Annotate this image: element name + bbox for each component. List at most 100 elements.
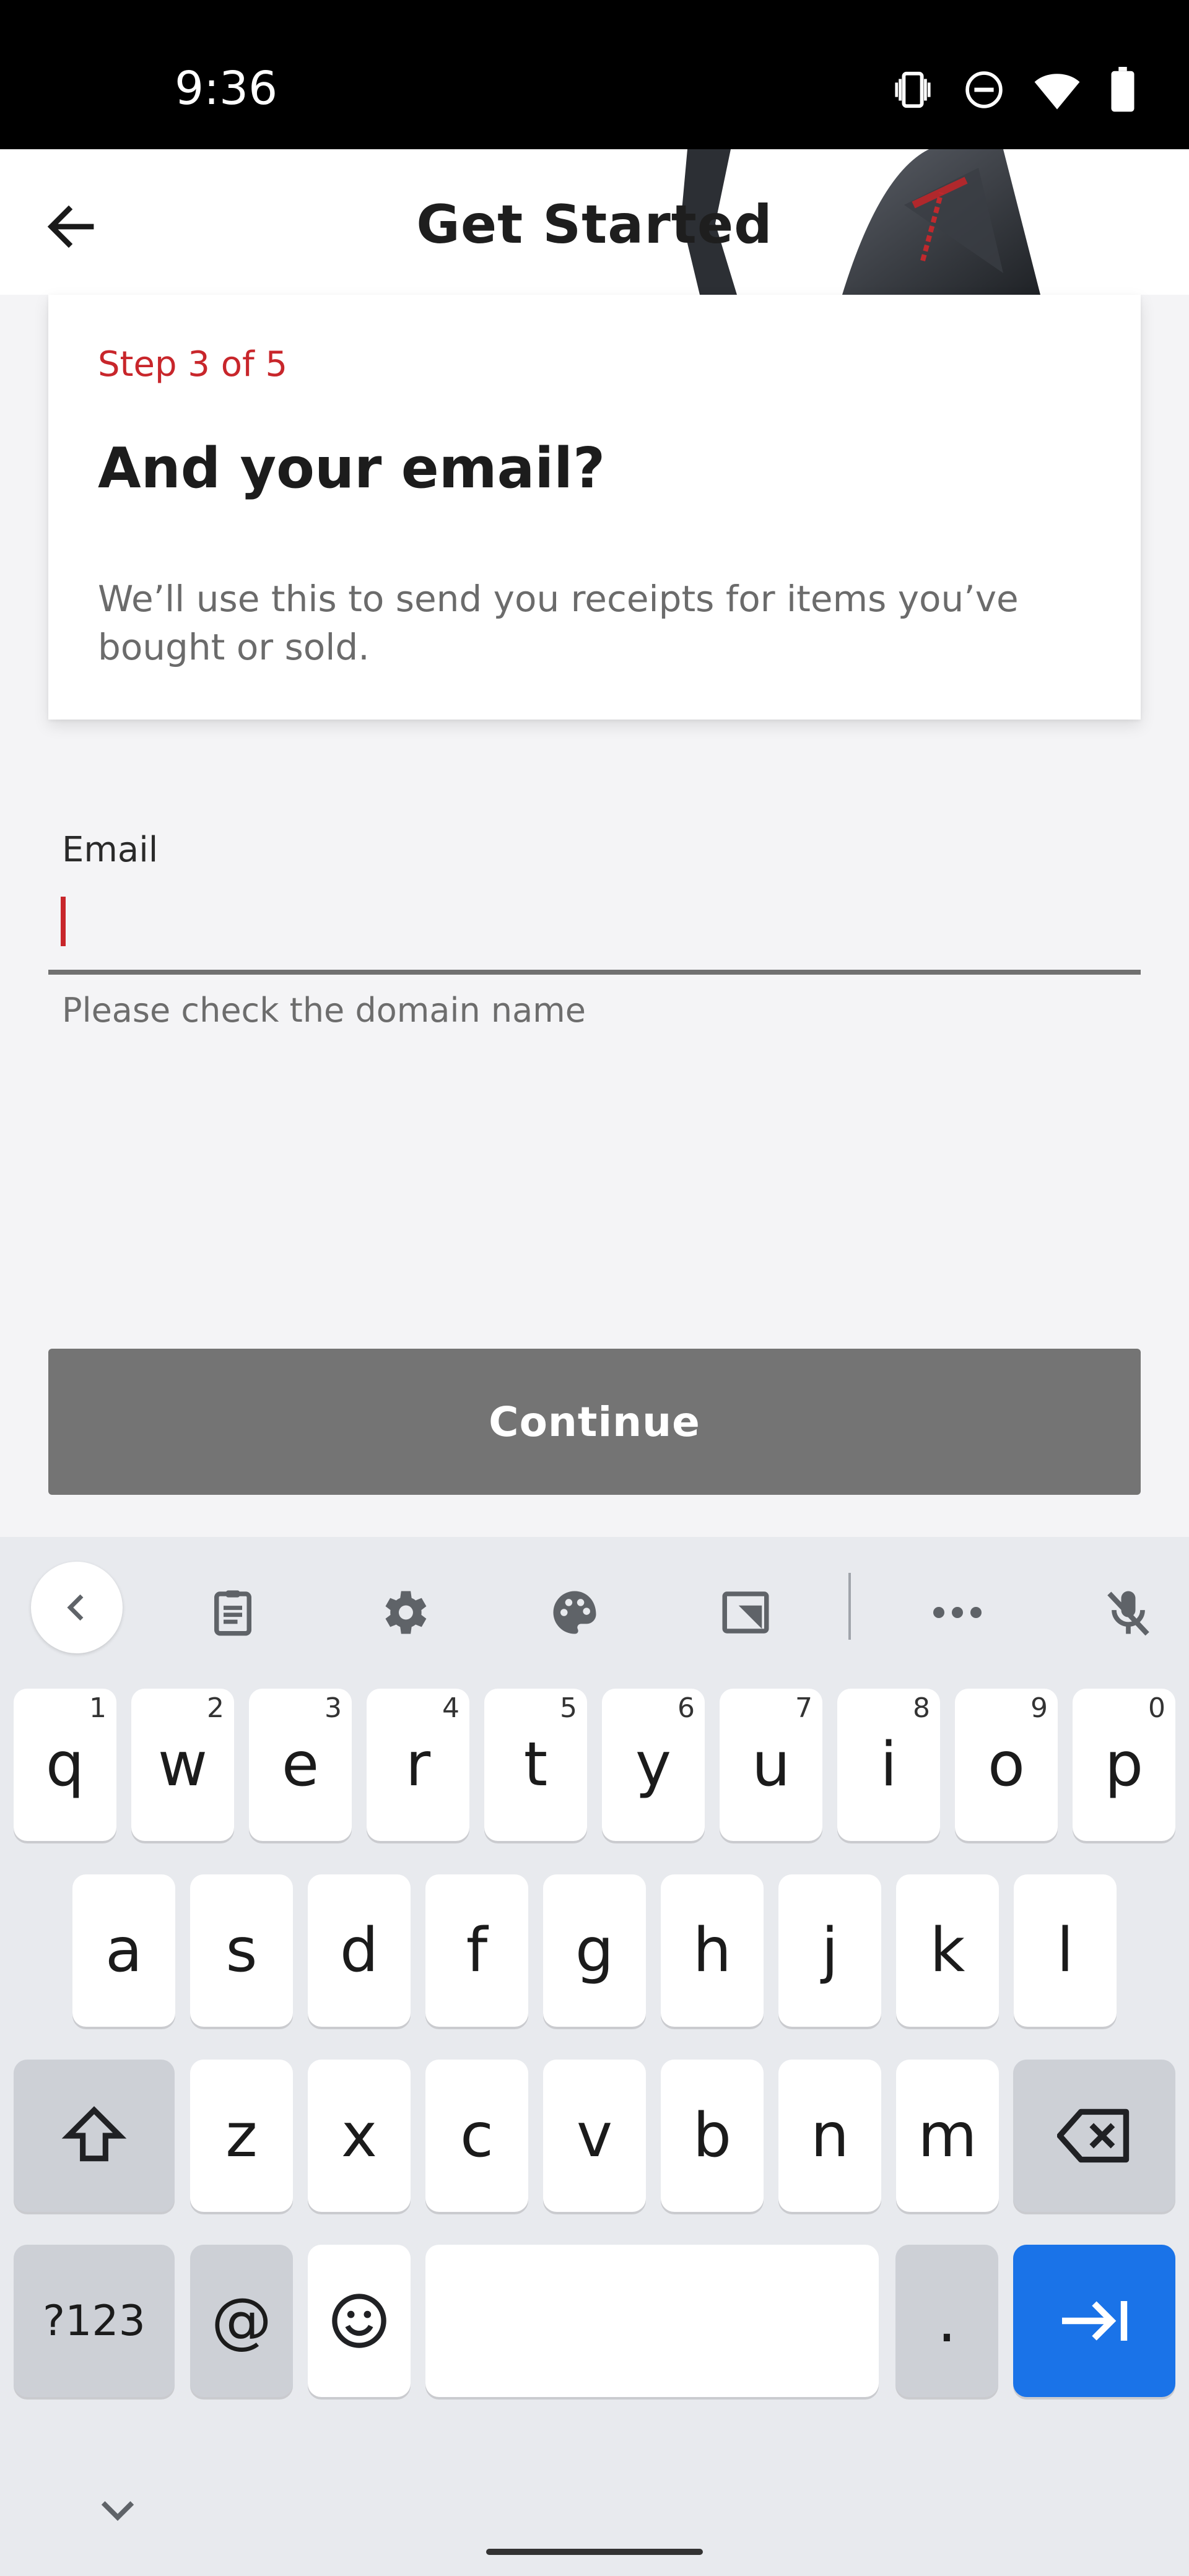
key-x-label: x bbox=[341, 2100, 377, 2171]
key-t[interactable]: t5 bbox=[484, 1689, 587, 1841]
key-a[interactable]: a bbox=[72, 1874, 175, 2027]
key-k-label: k bbox=[930, 1915, 965, 1986]
status-time: 9:36 bbox=[175, 62, 278, 115]
key-r-label: r bbox=[405, 1730, 431, 1800]
key-n-label: n bbox=[810, 2100, 850, 2171]
email-field[interactable] bbox=[48, 879, 1141, 975]
settings-button[interactable] bbox=[367, 1575, 441, 1650]
email-underline bbox=[48, 970, 1141, 975]
keyboard-hide-icon[interactable] bbox=[93, 2491, 142, 2528]
shift-key[interactable] bbox=[14, 2060, 175, 2212]
key-p-label: p bbox=[1104, 1730, 1144, 1800]
key-j-label: j bbox=[821, 1915, 838, 1986]
mic-off-icon bbox=[1107, 1591, 1149, 1636]
key-l-label: l bbox=[1056, 1915, 1074, 1986]
key-m-label: m bbox=[918, 2100, 977, 2171]
key-j[interactable]: j bbox=[778, 1874, 881, 2027]
key-t-hint: 5 bbox=[560, 1692, 577, 1724]
page-title: Get Started bbox=[416, 194, 773, 256]
key-i[interactable]: i8 bbox=[837, 1689, 940, 1841]
step-card: Step 3 of 5 And your email? We’ll use th… bbox=[48, 295, 1141, 720]
app-header: Get Started bbox=[0, 149, 1189, 295]
key-y-label: y bbox=[635, 1730, 671, 1800]
enter-tab-icon bbox=[1062, 2301, 1128, 2341]
key-p-hint: 0 bbox=[1148, 1692, 1165, 1724]
do-not-disturb-icon bbox=[963, 69, 1005, 111]
key-y[interactable]: y6 bbox=[602, 1689, 705, 1841]
email-helper-text: Please check the domain name bbox=[62, 991, 586, 1030]
clipboard-icon bbox=[214, 1590, 251, 1636]
key-q-label: q bbox=[45, 1730, 85, 1800]
key-p[interactable]: p0 bbox=[1073, 1689, 1175, 1841]
key-i-hint: 8 bbox=[913, 1692, 930, 1724]
key-b-label: b bbox=[692, 2100, 732, 2171]
key-q[interactable]: q1 bbox=[14, 1689, 116, 1841]
shift-icon bbox=[61, 2106, 127, 2162]
emoji-key[interactable] bbox=[308, 2245, 411, 2397]
key-e-hint: 3 bbox=[324, 1692, 342, 1724]
at-key[interactable]: @ bbox=[190, 2245, 293, 2397]
key-c[interactable]: c bbox=[425, 2060, 528, 2212]
key-h[interactable]: h bbox=[661, 1874, 764, 2027]
period-key[interactable]: . bbox=[895, 2245, 998, 2397]
key-w-label: w bbox=[157, 1730, 208, 1800]
step-indicator: Step 3 of 5 bbox=[98, 344, 288, 385]
key-y-hint: 6 bbox=[677, 1692, 695, 1724]
key-v[interactable]: v bbox=[543, 2060, 646, 2212]
key-g-label: g bbox=[575, 1915, 614, 1986]
key-k[interactable]: k bbox=[896, 1874, 999, 2027]
keyboard: q 1 w 2 e 3 r 4 t 5 y 6 u 7 i 8 o 9 p 0 a s d f g h j k l z x c v b n m ?123… bbox=[0, 1537, 1189, 2576]
email-label: Email bbox=[62, 830, 159, 870]
symbols-key[interactable]: ?123 bbox=[14, 2245, 175, 2397]
theme-button[interactable] bbox=[538, 1575, 612, 1650]
backspace-key[interactable] bbox=[1013, 2060, 1175, 2212]
key-b[interactable]: b bbox=[661, 2060, 764, 2212]
key-w-hint: 2 bbox=[207, 1692, 224, 1724]
vibrate-icon bbox=[891, 68, 934, 111]
key-m[interactable]: m bbox=[896, 2060, 999, 2212]
key-u-label: u bbox=[751, 1730, 791, 1800]
key-r-hint: 4 bbox=[442, 1692, 459, 1724]
key-l[interactable]: l bbox=[1014, 1874, 1117, 2027]
key-s-label: s bbox=[225, 1915, 258, 1986]
key-w[interactable]: w2 bbox=[131, 1689, 234, 1841]
at-key-label: @ bbox=[211, 2286, 272, 2356]
key-d-label: d bbox=[339, 1915, 379, 1986]
key-q-hint: 1 bbox=[89, 1692, 107, 1724]
key-o[interactable]: o9 bbox=[955, 1689, 1058, 1841]
key-z[interactable]: z bbox=[190, 2060, 293, 2212]
key-v-label: v bbox=[577, 2100, 612, 2171]
key-s[interactable]: s bbox=[190, 1874, 293, 2027]
floating-keyboard-button[interactable] bbox=[708, 1575, 783, 1650]
space-key[interactable] bbox=[425, 2245, 879, 2397]
key-r[interactable]: r4 bbox=[367, 1689, 469, 1841]
key-d[interactable]: d bbox=[308, 1874, 411, 2027]
key-x[interactable]: x bbox=[308, 2060, 411, 2212]
key-h-label: h bbox=[692, 1915, 732, 1986]
email-input[interactable] bbox=[48, 879, 1141, 970]
backspace-icon bbox=[1057, 2108, 1130, 2163]
key-f[interactable]: f bbox=[425, 1874, 528, 2027]
key-u[interactable]: u7 bbox=[720, 1689, 822, 1841]
enter-key[interactable] bbox=[1013, 2245, 1175, 2397]
floating-keyboard-icon bbox=[722, 1591, 769, 1634]
voice-input-button[interactable] bbox=[1091, 1575, 1165, 1650]
symbols-key-label: ?123 bbox=[43, 2296, 146, 2346]
key-g[interactable]: g bbox=[543, 1874, 646, 2027]
status-bar: 9:36 bbox=[0, 0, 1189, 149]
key-t-label: t bbox=[523, 1730, 548, 1800]
chevron-left-icon bbox=[67, 1594, 84, 1621]
toolbar-collapse-button[interactable] bbox=[31, 1562, 123, 1653]
key-n[interactable]: n bbox=[778, 2060, 881, 2212]
text-cursor bbox=[61, 897, 66, 946]
toolbar-divider bbox=[848, 1573, 851, 1640]
key-e[interactable]: e3 bbox=[249, 1689, 352, 1841]
clipboard-button[interactable] bbox=[196, 1575, 270, 1650]
more-options-button[interactable] bbox=[920, 1575, 995, 1650]
keyboard-toolbar bbox=[0, 1537, 1189, 1679]
more-icon bbox=[933, 1607, 982, 1618]
key-f-label: f bbox=[466, 1915, 488, 1986]
continue-button[interactable]: Continue bbox=[48, 1349, 1141, 1495]
key-c-label: c bbox=[460, 2100, 494, 2171]
settings-gear-icon bbox=[385, 1591, 427, 1634]
